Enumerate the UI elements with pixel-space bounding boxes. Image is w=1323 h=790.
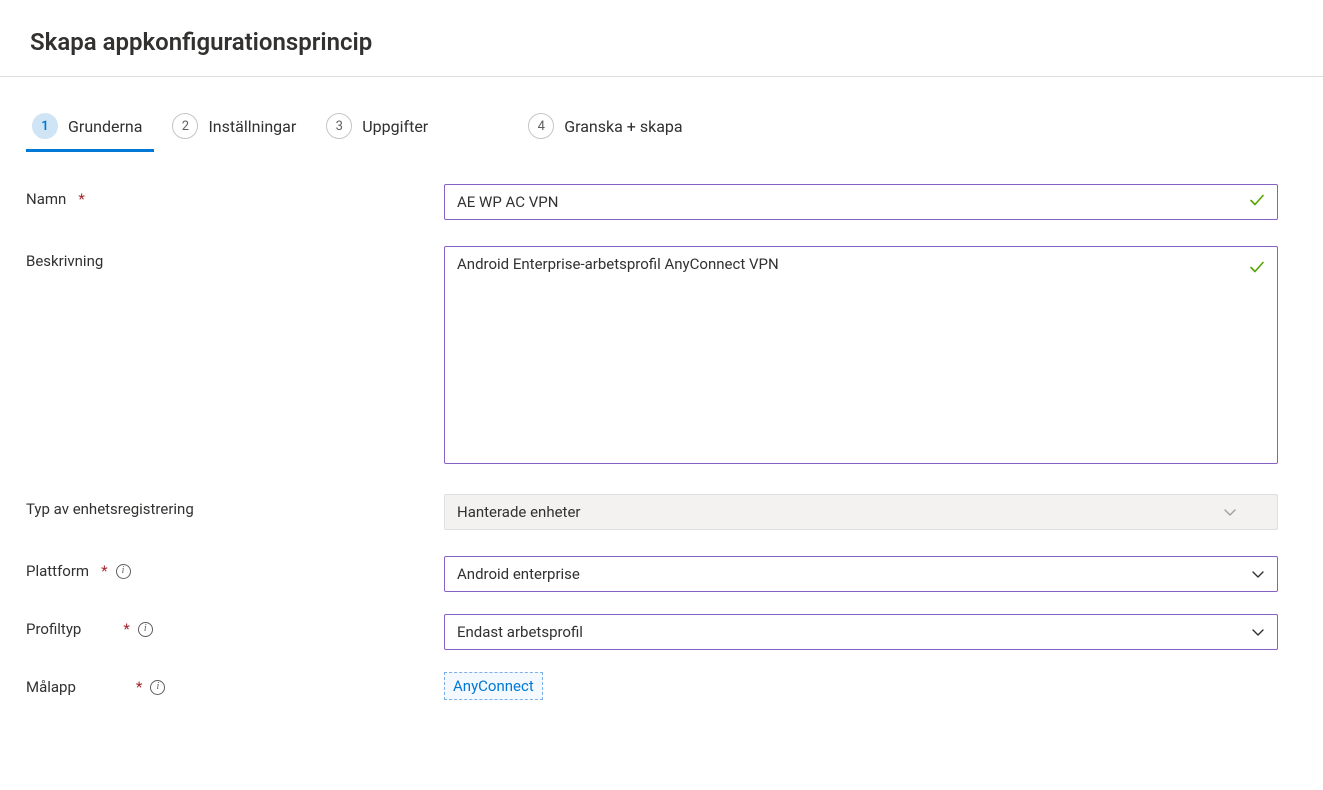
tab-step-number: 1 — [32, 113, 58, 139]
required-indicator: * — [123, 620, 129, 638]
chevron-down-icon — [1223, 505, 1237, 519]
chevron-down-icon — [1251, 567, 1265, 581]
info-icon[interactable]: i — [150, 680, 165, 695]
description-textarea[interactable] — [444, 246, 1278, 464]
enrollment-type-label: Typ av enhetsregistrering — [26, 500, 194, 518]
required-indicator: * — [101, 562, 107, 580]
check-icon — [1248, 258, 1266, 280]
tab-basics[interactable]: 1 Grunderna — [26, 107, 154, 152]
profile-type-select[interactable]: Endast arbetsprofil — [444, 614, 1278, 650]
platform-value: Android enterprise — [457, 565, 580, 583]
chevron-down-icon — [1251, 625, 1265, 639]
platform-label: Plattform — [26, 562, 89, 580]
tab-settings[interactable]: 2 Inställningar — [166, 107, 308, 152]
platform-select[interactable]: Android enterprise — [444, 556, 1278, 592]
enrollment-type-value: Hanterade enheter — [457, 503, 581, 521]
info-icon[interactable]: i — [138, 622, 153, 637]
name-label: Namn — [26, 190, 66, 208]
info-icon[interactable]: i — [116, 564, 131, 579]
enrollment-type-select: Hanterade enheter — [444, 494, 1278, 530]
tab-label: Uppgifter — [362, 117, 428, 136]
profile-type-value: Endast arbetsprofil — [457, 623, 583, 641]
check-icon — [1248, 191, 1266, 213]
tab-review-create[interactable]: 4 Granska + skapa — [522, 107, 694, 152]
page-title: Skapa appkonfigurationsprincip — [30, 28, 1293, 56]
tab-step-number: 2 — [172, 113, 198, 139]
description-label: Beskrivning — [26, 252, 103, 270]
tab-label: Granska + skapa — [564, 117, 682, 136]
target-app-link[interactable]: AnyConnect — [444, 672, 543, 700]
tab-step-number: 4 — [528, 113, 554, 139]
required-indicator: * — [78, 190, 84, 208]
wizard-tabs: 1 Grunderna 2 Inställningar 3 Uppgifter … — [26, 107, 1297, 152]
tab-step-number: 3 — [326, 113, 352, 139]
name-input[interactable] — [444, 184, 1278, 220]
tab-assignments[interactable]: 3 Uppgifter — [320, 107, 440, 152]
tab-label: Inställningar — [208, 117, 296, 136]
target-app-label: Målapp — [26, 678, 76, 696]
tab-label: Grunderna — [68, 117, 142, 136]
required-indicator: * — [136, 678, 142, 696]
profile-type-label: Profiltyp — [26, 620, 81, 638]
